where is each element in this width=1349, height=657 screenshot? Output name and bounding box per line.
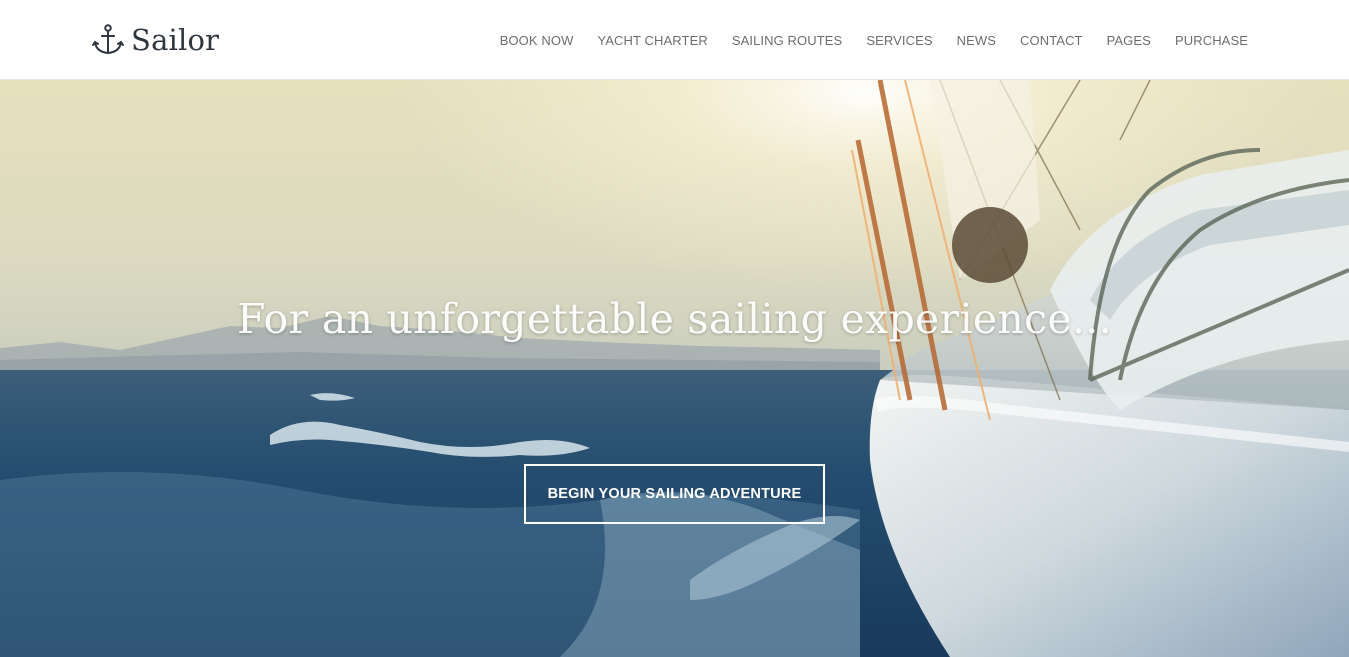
main-nav: BOOK NOW YACHT CHARTER SAILING ROUTES SE… <box>488 0 1248 80</box>
logo-text: Sailor <box>131 23 220 57</box>
nav-contact[interactable]: CONTACT <box>1008 33 1095 48</box>
hero-section: For an unforgettable sailing experience.… <box>0 80 1349 657</box>
nav-sailing-routes[interactable]: SAILING ROUTES <box>720 33 854 48</box>
nav-pages[interactable]: PAGES <box>1095 33 1163 48</box>
nav-yacht-charter[interactable]: YACHT CHARTER <box>585 33 719 48</box>
nav-book-now[interactable]: BOOK NOW <box>488 33 586 48</box>
anchor-icon <box>92 24 124 55</box>
nav-services[interactable]: SERVICES <box>854 33 944 48</box>
logo-link[interactable]: Sailor <box>91 22 219 58</box>
hero-background-image <box>0 80 1349 657</box>
hero-headline: For an unforgettable sailing experience.… <box>237 295 1112 343</box>
nav-purchase[interactable]: PURCHASE <box>1163 33 1248 48</box>
begin-adventure-button[interactable]: BEGIN YOUR SAILING ADVENTURE <box>524 464 825 524</box>
site-header: Sailor BOOK NOW YACHT CHARTER SAILING RO… <box>0 0 1349 80</box>
nav-news[interactable]: NEWS <box>945 33 1008 48</box>
